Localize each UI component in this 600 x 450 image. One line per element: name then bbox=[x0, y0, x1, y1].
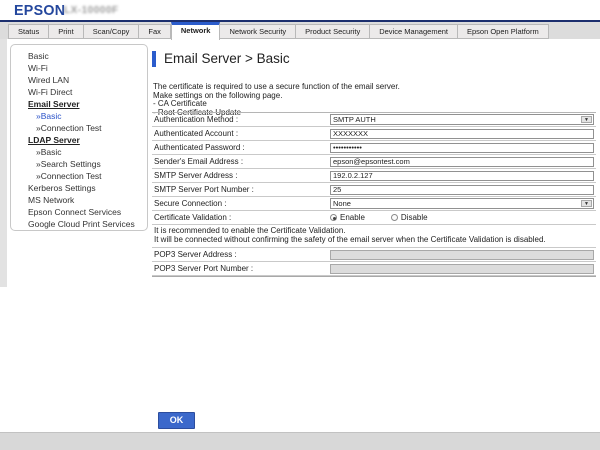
secure-connection-select[interactable]: None▼ bbox=[330, 198, 594, 209]
field-label: POP3 Server Port Number : bbox=[152, 264, 328, 273]
radio-label-enable: Enable bbox=[340, 213, 365, 222]
field-value bbox=[328, 264, 596, 274]
sender-s-email-address-input[interactable] bbox=[330, 157, 594, 167]
tab-fax[interactable]: Fax bbox=[139, 24, 171, 39]
tab-scan-copy[interactable]: Scan/Copy bbox=[84, 24, 140, 39]
ok-button[interactable]: OK bbox=[158, 412, 195, 429]
form-row-pop3-server-port-number: POP3 Server Port Number : bbox=[152, 262, 596, 276]
field-label: Certificate Validation : bbox=[152, 213, 328, 222]
title-row: Email Server > Basic bbox=[152, 50, 290, 67]
tab-print[interactable]: Print bbox=[49, 24, 83, 39]
tab-network[interactable]: Network bbox=[171, 22, 221, 40]
authentication-method-select[interactable]: SMTP AUTH▼ bbox=[330, 114, 594, 125]
pop3-rows: POP3 Server Address : POP3 Server Port Nu… bbox=[152, 248, 596, 277]
sidebar-item-basic[interactable]: »Basic bbox=[11, 110, 147, 122]
sidebar-item-connection-test[interactable]: »Connection Test bbox=[11, 122, 147, 134]
tab-product-security[interactable]: Product Security bbox=[296, 24, 370, 39]
field-label: Secure Connection : bbox=[152, 199, 328, 208]
field-value: None▼ bbox=[328, 198, 596, 209]
footer-bar bbox=[0, 432, 600, 450]
pop3-server-port-number-input bbox=[330, 264, 594, 274]
selected-option: SMTP AUTH bbox=[331, 115, 580, 124]
radio-label-disable: Disable bbox=[401, 213, 428, 222]
form-row-pop3-server-address: POP3 Server Address : bbox=[152, 248, 596, 262]
field-label: Authenticated Account : bbox=[152, 129, 328, 138]
sidebar-item-wi-fi[interactable]: Wi-Fi bbox=[11, 62, 147, 74]
certificate-validation-radio-enable[interactable] bbox=[330, 214, 337, 221]
printer-model: LX-10000F bbox=[64, 5, 119, 16]
field-value bbox=[328, 157, 596, 167]
pop3-server-address-input bbox=[330, 250, 594, 260]
chevron-down-icon[interactable]: ▼ bbox=[581, 116, 592, 123]
certificate-validation-radio-disable[interactable] bbox=[391, 214, 398, 221]
field-label: Sender's Email Address : bbox=[152, 157, 328, 166]
field-label: Authenticated Password : bbox=[152, 143, 328, 152]
selected-option: None bbox=[331, 199, 580, 208]
form-row-authenticated-account: Authenticated Account : bbox=[152, 127, 596, 141]
note-line: It will be connected without confirming … bbox=[154, 236, 594, 245]
tab-status[interactable]: Status bbox=[8, 24, 49, 39]
header: EPSON LX-10000F bbox=[0, 0, 600, 20]
chevron-down-icon[interactable]: ▼ bbox=[581, 200, 592, 207]
field-label: SMTP Server Address : bbox=[152, 171, 328, 180]
field-value: Enable Disable bbox=[328, 213, 596, 222]
smtp-server-port-number-input[interactable] bbox=[330, 185, 594, 195]
field-value bbox=[328, 185, 596, 195]
field-value: SMTP AUTH▼ bbox=[328, 114, 596, 125]
web-config-page: EPSON LX-10000F StatusPrintScan/CopyFaxN… bbox=[0, 0, 600, 450]
certificate-validation-note: It is recommended to enable the Certific… bbox=[152, 225, 596, 248]
form-row-smtp-server-address: SMTP Server Address : bbox=[152, 169, 596, 183]
sidebar-item-connection-test[interactable]: »Connection Test bbox=[11, 170, 147, 182]
field-value bbox=[328, 143, 596, 153]
form-row-secure-connection: Secure Connection :None▼ bbox=[152, 197, 596, 211]
sidebar-item-google-cloud-print-services[interactable]: Google Cloud Print Services bbox=[11, 218, 147, 230]
tab-bar: StatusPrintScan/CopyFaxNetworkNetwork Se… bbox=[0, 22, 600, 39]
smtp-server-address-input[interactable] bbox=[330, 171, 594, 181]
page-title: Email Server > Basic bbox=[164, 51, 290, 66]
field-label: POP3 Server Address : bbox=[152, 250, 328, 259]
tab-epson-open-platform[interactable]: Epson Open Platform bbox=[458, 24, 549, 39]
form-row-authentication-method: Authentication Method :SMTP AUTH▼ bbox=[152, 113, 596, 127]
field-value bbox=[328, 250, 596, 260]
epson-logo: EPSON bbox=[14, 2, 65, 19]
sidebar-item-basic[interactable]: »Basic bbox=[11, 146, 147, 158]
field-value bbox=[328, 171, 596, 181]
sidebar-item-wired-lan[interactable]: Wired LAN bbox=[11, 74, 147, 86]
sidebar-menu: BasicWi-FiWired LANWi-Fi DirectEmail Ser… bbox=[10, 44, 148, 231]
sidebar-item-ms-network[interactable]: MS Network bbox=[11, 194, 147, 206]
field-label: Authentication Method : bbox=[152, 115, 328, 124]
sidebar-item-ldap-server[interactable]: LDAP Server bbox=[11, 134, 147, 146]
sidebar-item-search-settings[interactable]: »Search Settings bbox=[11, 158, 147, 170]
form-rows: Authentication Method :SMTP AUTH▼Authent… bbox=[152, 113, 596, 225]
sidebar-item-email-server[interactable]: Email Server bbox=[11, 98, 147, 110]
sidebar-item-kerberos-settings[interactable]: Kerberos Settings bbox=[11, 182, 147, 194]
form-row-smtp-server-port-number: SMTP Server Port Number : bbox=[152, 183, 596, 197]
email-server-form: Authentication Method :SMTP AUTH▼Authent… bbox=[152, 112, 596, 277]
field-label: SMTP Server Port Number : bbox=[152, 185, 328, 194]
tab-device-management[interactable]: Device Management bbox=[370, 24, 458, 39]
sidebar-item-wi-fi-direct[interactable]: Wi-Fi Direct bbox=[11, 86, 147, 98]
tab-network-security[interactable]: Network Security bbox=[220, 24, 296, 39]
form-row-sender-s-email-address: Sender's Email Address : bbox=[152, 155, 596, 169]
form-row-authenticated-password: Authenticated Password : bbox=[152, 141, 596, 155]
field-value bbox=[328, 129, 596, 139]
left-gutter bbox=[0, 39, 7, 287]
title-accent-bar bbox=[152, 51, 156, 67]
sidebar-item-basic[interactable]: Basic bbox=[11, 50, 147, 62]
authenticated-account-input[interactable] bbox=[330, 129, 594, 139]
authenticated-password-input[interactable] bbox=[330, 143, 594, 153]
sidebar-item-epson-connect-services[interactable]: Epson Connect Services bbox=[11, 206, 147, 218]
form-row-certificate-validation: Certificate Validation : Enable Disable bbox=[152, 211, 596, 225]
